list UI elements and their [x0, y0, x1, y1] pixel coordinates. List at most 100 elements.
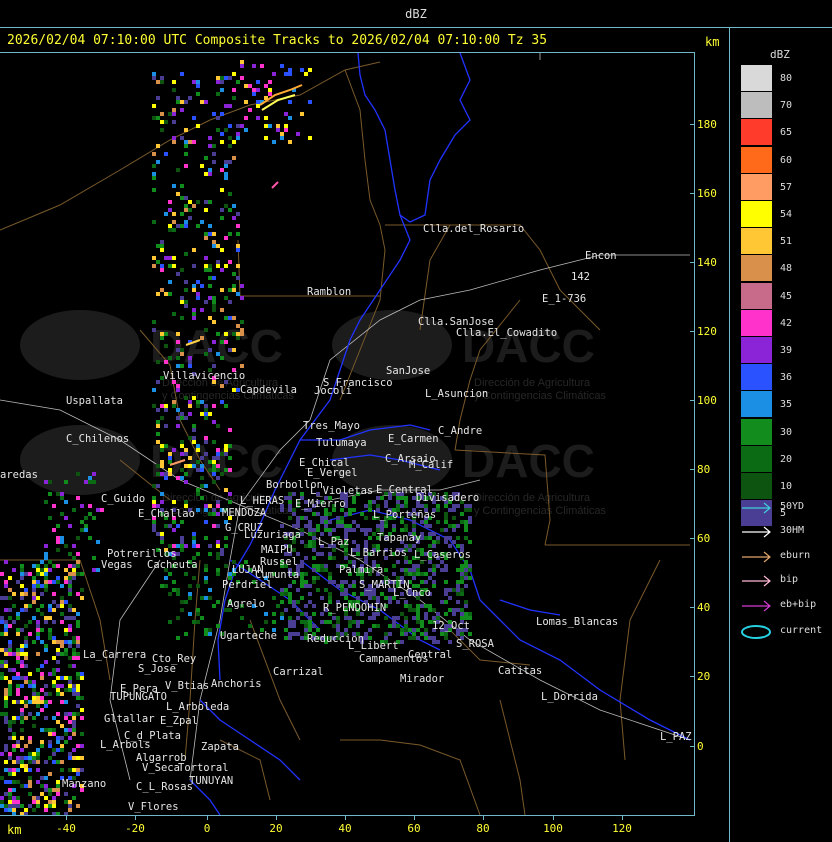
- echo-cell: [68, 640, 72, 644]
- echo-cell: [372, 616, 376, 620]
- y-tick-label: 160: [697, 187, 717, 200]
- echo-cell: [76, 652, 80, 656]
- echo-cell: [64, 648, 68, 652]
- echo-cell: [16, 652, 20, 656]
- watermark-line2: y Contingencias Climáticas: [474, 390, 607, 402]
- echo-cell: [4, 780, 8, 784]
- echo-cell: [92, 568, 96, 572]
- echo-cell: [364, 632, 368, 636]
- echo-cell: [304, 524, 308, 528]
- echo-cell: [220, 552, 224, 556]
- echo-cell: [228, 428, 232, 432]
- echo-cell: [196, 488, 200, 492]
- echo-cell: [440, 600, 444, 604]
- legend-swatch: [741, 364, 772, 391]
- place-label: Tortoral: [178, 762, 229, 774]
- echo-cell: [28, 752, 32, 756]
- echo-cell: [204, 172, 208, 176]
- legend-swatch: [741, 282, 772, 309]
- echo-cell: [172, 264, 176, 268]
- echo-cell: [8, 780, 12, 784]
- echo-cell: [384, 500, 388, 504]
- echo-cell: [68, 644, 72, 648]
- echo-cell: [404, 624, 408, 628]
- echo-cell: [48, 744, 52, 748]
- echo-cell: [444, 636, 448, 640]
- echo-cell: [20, 568, 24, 572]
- place-label: Tapanay: [377, 532, 421, 544]
- echo-cell: [80, 732, 84, 736]
- place-label: Cacheuta: [147, 559, 198, 571]
- radar-map[interactable]: DACC Dirección de Agricultura y Continge…: [0, 53, 694, 815]
- echo-cell: [220, 384, 224, 388]
- echo-cell: [216, 76, 220, 80]
- echo-cell: [160, 268, 164, 272]
- echo-cell: [224, 468, 228, 472]
- echo-cell: [200, 484, 204, 488]
- echo-cell: [20, 676, 24, 680]
- echo-cell: [192, 264, 196, 268]
- echo-cell: [80, 528, 84, 532]
- echo-cell: [300, 68, 304, 72]
- echo-cell: [160, 120, 164, 124]
- echo-cell: [180, 468, 184, 472]
- echo-cell: [48, 580, 52, 584]
- place-label: Mirador: [400, 673, 444, 685]
- echo-cell: [280, 600, 284, 604]
- echo-cell: [212, 320, 216, 324]
- echo-cell: [72, 692, 76, 696]
- echo-cell: [192, 204, 196, 208]
- echo-cell: [156, 424, 160, 428]
- echo-cell: [376, 504, 380, 508]
- x-tick-label: 40: [338, 822, 352, 835]
- place-label: Palmira: [339, 564, 383, 576]
- echo-cell: [76, 472, 80, 476]
- place-label: L_Arbols: [100, 739, 151, 751]
- echo-cell: [456, 600, 460, 604]
- echo-cell: [204, 236, 208, 240]
- echo-cell: [288, 504, 292, 508]
- echo-cell: [64, 580, 68, 584]
- echo-cell: [56, 652, 60, 656]
- echo-cell: [32, 724, 36, 728]
- echo-cell: [348, 508, 352, 512]
- echo-cell: [320, 516, 324, 520]
- echo-cell: [28, 712, 32, 716]
- echo-cell: [412, 576, 416, 580]
- echo-cell: [284, 496, 288, 500]
- echo-cell: [444, 512, 448, 516]
- echo-cell: [392, 564, 396, 568]
- place-label: L_Asuncion: [425, 388, 488, 400]
- echo-cell: [240, 64, 244, 68]
- echo-cell: [228, 136, 232, 140]
- echo-cell: [344, 616, 348, 620]
- echo-cell: [252, 92, 256, 96]
- place-label: E_Carmen: [388, 433, 439, 445]
- echo-cell: [88, 536, 92, 540]
- echo-cell: [68, 616, 72, 620]
- echo-cell: [460, 564, 464, 568]
- track-arrow-icon: [742, 526, 771, 538]
- echo-cell: [200, 412, 204, 416]
- echo-cell: [408, 560, 412, 564]
- echo-cell: [392, 572, 396, 576]
- product-title: dBZ: [405, 7, 427, 21]
- legend-level-label: 45: [780, 290, 793, 302]
- echo-cell: [56, 712, 60, 716]
- echo-cell: [24, 812, 28, 815]
- echo-cell: [208, 144, 212, 148]
- echo-cell: [28, 740, 32, 744]
- echo-cell: [232, 272, 236, 276]
- echo-cell: [304, 620, 308, 624]
- echo-cell: [344, 512, 348, 516]
- echo-cell: [336, 616, 340, 620]
- track-arrow-icon: [742, 551, 771, 563]
- echo-cell: [28, 572, 32, 576]
- echo-cell: [300, 516, 304, 520]
- echo-cell: [68, 808, 72, 812]
- echo-cell: [304, 544, 308, 548]
- echo-cell: [448, 536, 452, 540]
- echo-cell: [52, 680, 56, 684]
- echo-cell: [216, 464, 220, 468]
- echo-cell: [72, 724, 76, 728]
